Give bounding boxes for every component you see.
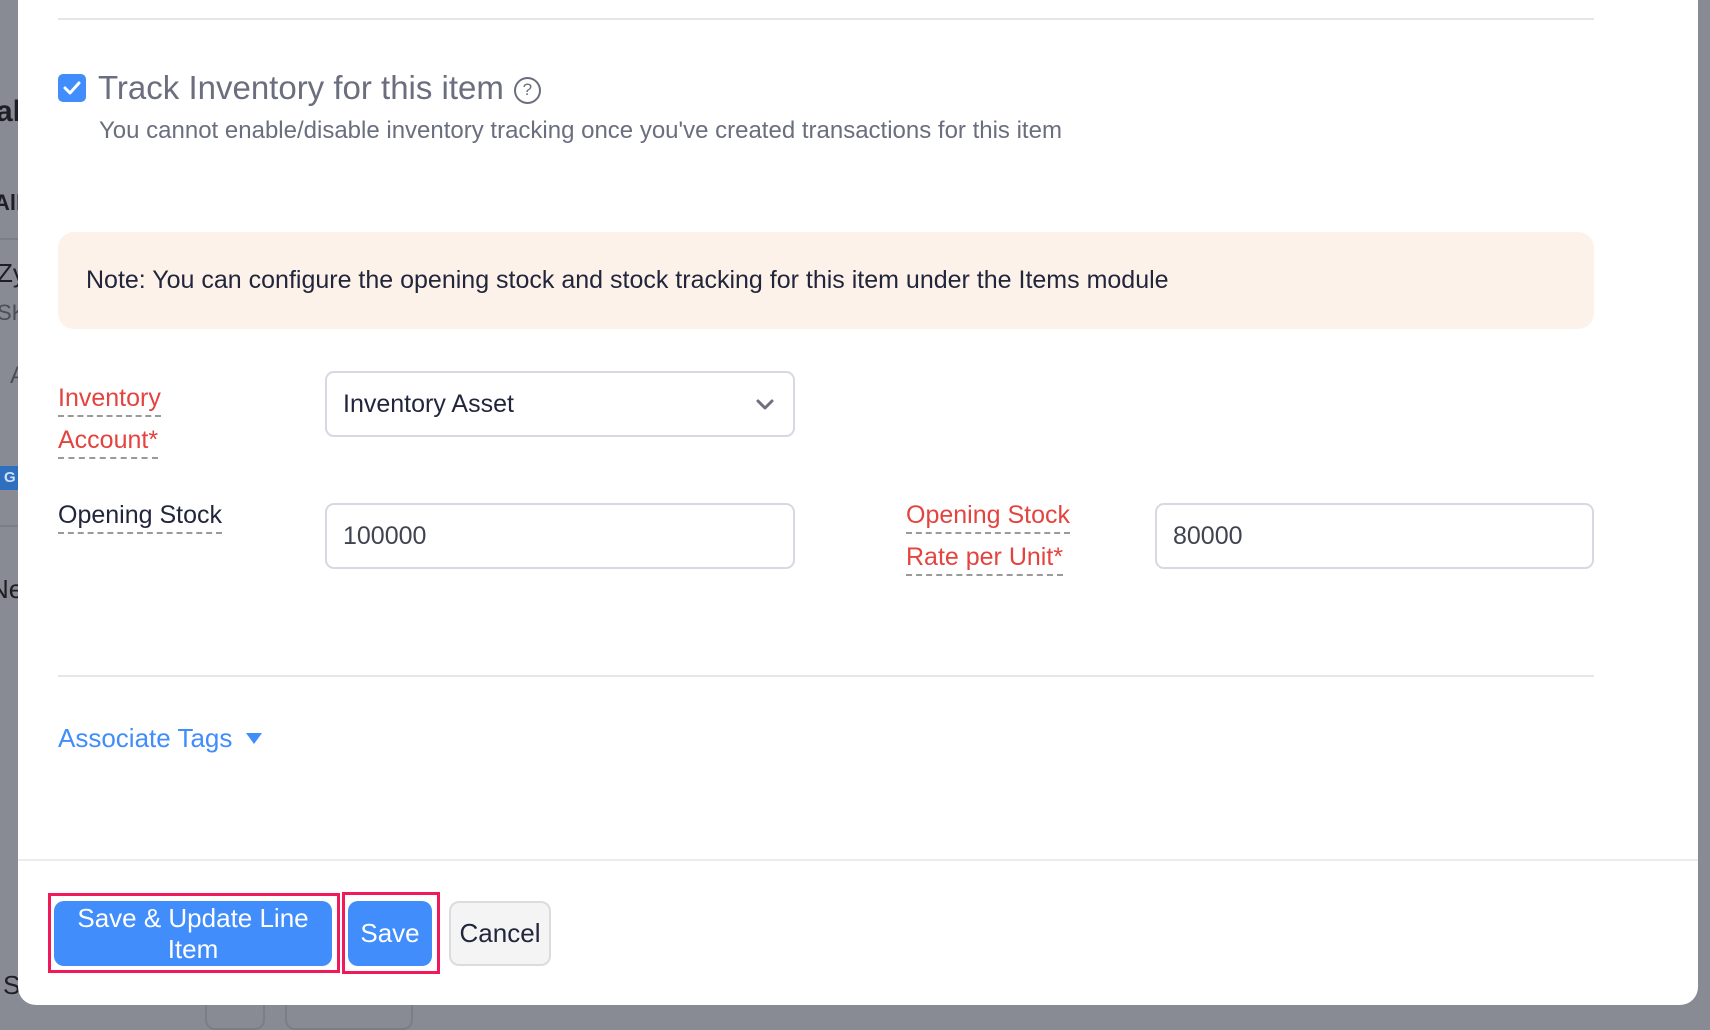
- track-inventory-hint: You cannot enable/disable inventory trac…: [99, 117, 1062, 144]
- associate-tags-label: Associate Tags: [58, 723, 233, 753]
- opening-stock-rate-field[interactable]: [1173, 521, 1592, 551]
- checkmark-icon: [63, 81, 81, 95]
- inventory-account-label: Inventory Account*: [58, 383, 161, 459]
- inventory-account-label-line1: Inventory: [58, 383, 161, 417]
- background-badge: G: [0, 466, 18, 490]
- save-button[interactable]: Save: [348, 901, 432, 966]
- footer-divider: [18, 859, 1698, 861]
- opening-stock-note: Note: You can configure the opening stoc…: [58, 232, 1594, 329]
- section-divider: [58, 18, 1594, 20]
- question-circle-icon[interactable]: ?: [513, 76, 541, 104]
- inventory-account-value: Inventory Asset: [343, 389, 514, 418]
- track-inventory-checkbox[interactable]: [58, 74, 86, 102]
- section-divider: [58, 675, 1594, 677]
- opening-stock-input[interactable]: [325, 503, 795, 569]
- opening-stock-label: Opening Stock: [58, 500, 222, 534]
- track-inventory-label: Track Inventory for this item: [98, 69, 504, 106]
- opening-stock-label-text: Opening Stock: [58, 500, 222, 534]
- background-divider: [0, 525, 18, 527]
- opening-stock-rate-label: Opening Stock Rate per Unit*: [906, 500, 1070, 576]
- caret-down-icon: [246, 732, 263, 744]
- save-and-update-line-item-button[interactable]: Save & Update Line Item: [54, 901, 332, 966]
- chevron-down-icon: [745, 384, 785, 424]
- track-inventory-row: Track Inventory for this item ?: [58, 68, 541, 108]
- opening-stock-rate-label-line1: Opening Stock: [906, 500, 1070, 534]
- opening-stock-field[interactable]: [343, 521, 793, 551]
- associate-tags-toggle[interactable]: Associate Tags: [58, 722, 263, 754]
- inventory-account-label-line2: Account*: [58, 425, 159, 459]
- item-modal: Track Inventory for this item ? You cann…: [18, 0, 1698, 1005]
- opening-stock-rate-label-line2: Rate per Unit*: [906, 542, 1064, 576]
- opening-stock-rate-input[interactable]: [1155, 503, 1594, 569]
- inventory-account-select[interactable]: Inventory Asset: [325, 371, 795, 437]
- cancel-button[interactable]: Cancel: [449, 901, 551, 966]
- background-divider: [0, 238, 18, 240]
